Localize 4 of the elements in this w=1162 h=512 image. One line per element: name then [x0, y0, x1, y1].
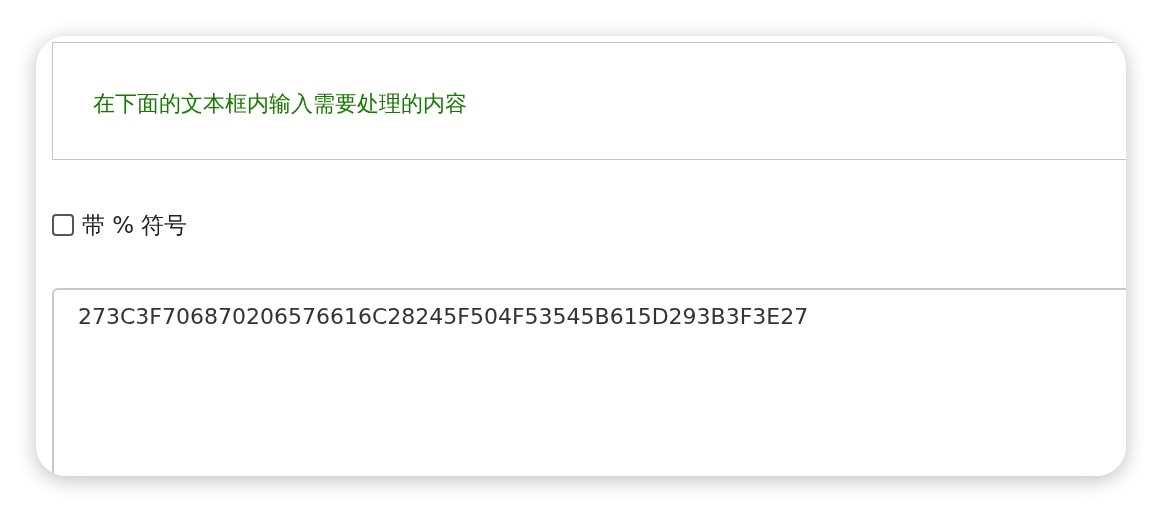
checkbox[interactable] — [52, 214, 74, 236]
input-field[interactable]: 273C3F706870206576616C28245F504F53545B615D293B3F3E27 — [52, 288, 1126, 476]
checkbox-label[interactable]: 带 % 符号 — [82, 209, 188, 241]
notice-text: 在下面的文本框内输入需要处理的内容 — [93, 90, 467, 118]
